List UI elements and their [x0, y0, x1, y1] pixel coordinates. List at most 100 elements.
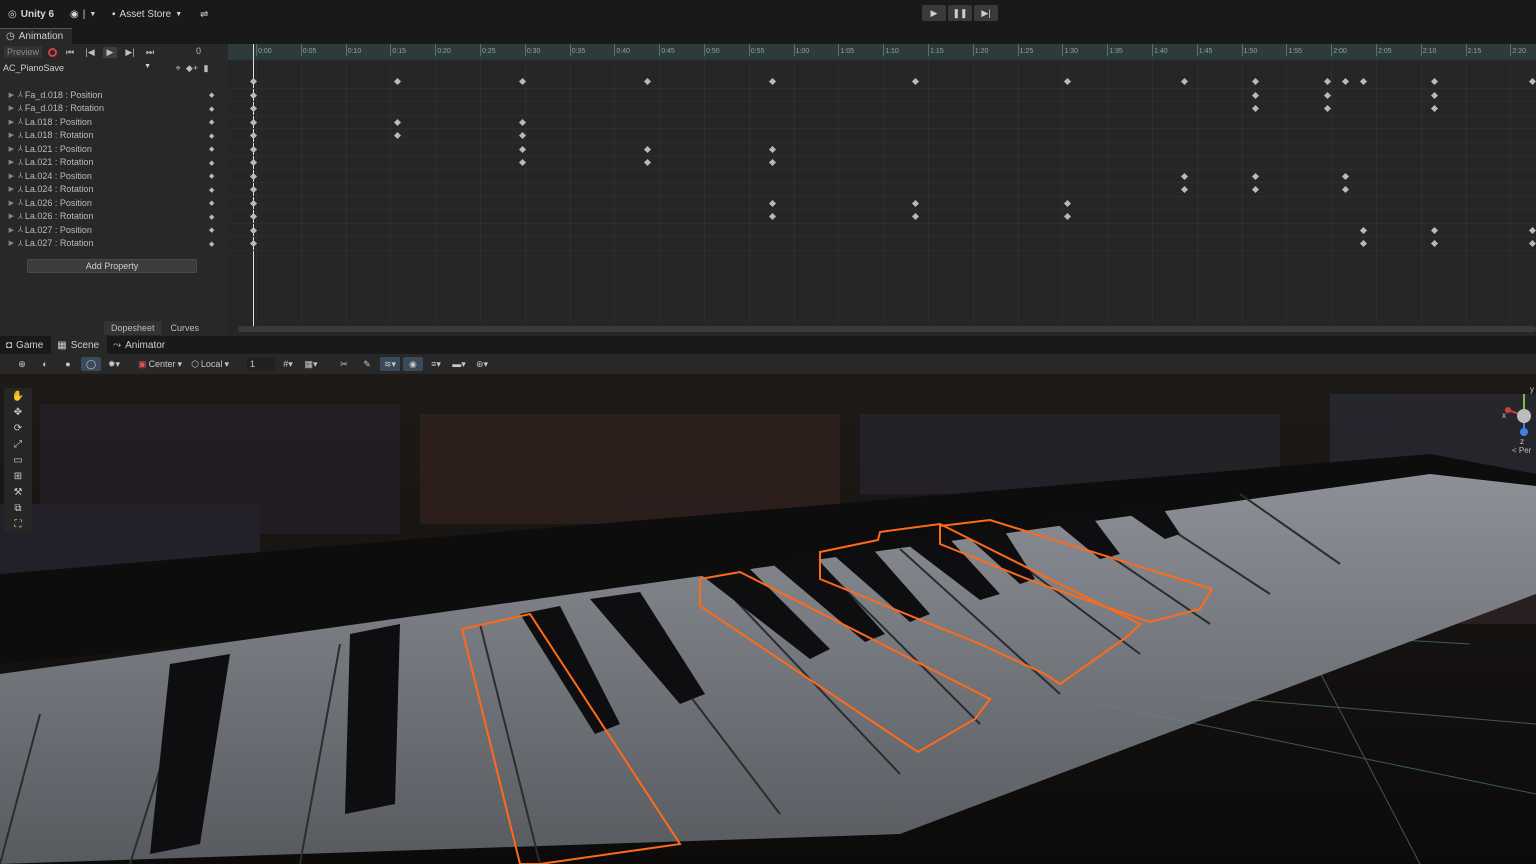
move-tool-icon[interactable]: ✥: [4, 404, 32, 420]
property-row[interactable]: ▶ ⅄ La.027 : Rotation ◆: [0, 237, 228, 251]
keyframe-diamond-icon[interactable]: ◆: [209, 91, 214, 99]
keyframe-diamond-icon[interactable]: ◆: [209, 240, 214, 248]
scene-viewport[interactable]: ✋ ✥ ⟳ ⤢ ▭ ⊞ ⚒ ⧉ ⛶ y x z < Per: [0, 374, 1536, 864]
keyframe-diamond-icon[interactable]: ◆: [209, 226, 214, 234]
grid-snap-field[interactable]: 1: [246, 357, 275, 371]
preview-button[interactable]: Preview: [4, 46, 43, 58]
tab-curves[interactable]: Curves: [164, 321, 207, 335]
layers-icon[interactable]: ≋▾: [379, 357, 400, 371]
shaded-icon[interactable]: ◐: [35, 357, 55, 371]
snap-tool-icon[interactable]: ⧉: [4, 500, 32, 516]
horizontal-scrollbar[interactable]: [238, 326, 1536, 332]
account-icon: ◉: [70, 8, 79, 20]
transform-tool-icon[interactable]: ⊞: [4, 468, 32, 484]
gizmo-pen-icon[interactable]: ✎: [357, 357, 377, 371]
property-row[interactable]: ▶ ⅄ La.018 : Rotation ◆: [0, 129, 228, 143]
keyframe-diamond-icon[interactable]: ◆: [209, 132, 214, 140]
visibility-icon[interactable]: ◉: [402, 357, 423, 371]
filter-icon[interactable]: ⌖: [171, 63, 185, 74]
property-row[interactable]: ▶ ⅄ La.026 : Rotation ◆: [0, 210, 228, 224]
tab-game[interactable]: ◘ Game: [0, 336, 51, 354]
expand-arrow-icon[interactable]: ▶: [0, 104, 14, 112]
tab-animator[interactable]: ⤳ Animator: [107, 336, 173, 354]
keyframe-diamond-icon[interactable]: ◆: [209, 105, 214, 113]
asset-store-button[interactable]: ▪ Asset Store ▼: [112, 7, 182, 21]
add-property-button[interactable]: Add Property: [27, 259, 197, 273]
keyframe-diamond-icon[interactable]: ◆: [209, 199, 214, 207]
ruler-tick-label: 0:20: [435, 44, 451, 56]
keyframe-diamond-icon[interactable]: ◆: [209, 159, 214, 167]
expand-arrow-icon[interactable]: ▶: [0, 226, 14, 234]
track-row: [228, 210, 1536, 224]
perspective-label[interactable]: < Per: [1512, 446, 1531, 455]
ruler-tick-label: 0:00: [256, 44, 272, 56]
keyframe-diamond-icon[interactable]: ◆: [209, 118, 214, 126]
expand-arrow-icon[interactable]: ▶: [0, 118, 14, 126]
time-ruler[interactable]: 0:00 0:05 0:10 0:15 0:20 0:25 0:30 0:35 0:40 0:45…: [228, 44, 1536, 60]
expand-arrow-icon[interactable]: ▶: [0, 158, 14, 166]
tab-scene[interactable]: ▦ Scene: [51, 336, 108, 354]
keyframe-diamond-icon[interactable]: ◆: [209, 172, 214, 180]
sphere-icon[interactable]: ●: [58, 357, 78, 371]
custom-tool-icon[interactable]: ⚒: [4, 484, 32, 500]
expand-arrow-icon[interactable]: ▶: [0, 212, 14, 220]
view-mode-tabs: Dopesheet Curves: [104, 321, 206, 335]
clip-dropdown[interactable]: AC_PianoSave ▼: [3, 63, 153, 73]
property-row[interactable]: ▶ ⅄ La.024 : Position ◆: [0, 169, 228, 183]
property-row[interactable]: ▶ ⅄ Fa_d.018 : Position ◆: [0, 88, 228, 102]
add-keyframe-icon[interactable]: ◆+: [185, 63, 199, 74]
tab-dopesheet[interactable]: Dopesheet: [104, 321, 162, 335]
rect-tool-icon[interactable]: ▭: [4, 452, 32, 468]
play-button[interactable]: ▶: [922, 5, 946, 21]
keyframe-diamond-icon[interactable]: ◆: [209, 213, 214, 221]
draw-mode-icon[interactable]: ≡▾: [426, 357, 446, 371]
scale-tool-icon[interactable]: ⤢: [4, 436, 32, 452]
version-control-icon[interactable]: ⇌: [200, 7, 208, 21]
next-key-icon[interactable]: ▶|: [123, 47, 137, 58]
property-row[interactable]: ▶ ⅄ La.021 : Position ◆: [0, 142, 228, 156]
keyframe-diamond-icon[interactable]: ◆: [209, 186, 214, 194]
grid-snap-icon[interactable]: #▾: [278, 357, 298, 371]
tab-animation[interactable]: ◷ Animation: [0, 28, 72, 44]
lighting-icon[interactable]: ✹▾: [104, 357, 124, 371]
rotate-tool-icon[interactable]: ⟳: [4, 420, 32, 436]
ruler-tick-label: 1:35: [1107, 44, 1123, 56]
play-anim-icon[interactable]: ▶: [103, 46, 118, 58]
wire-icon[interactable]: ◯: [81, 357, 101, 371]
camera-icon[interactable]: ▬▾: [449, 357, 469, 371]
keyframe-diamond-icon[interactable]: ◆: [209, 145, 214, 153]
account-menu[interactable]: ◉ | ▼: [70, 7, 96, 21]
ruler-tick-label: 1:15: [928, 44, 944, 56]
expand-arrow-icon[interactable]: ▶: [0, 199, 14, 207]
property-row[interactable]: ▶ ⅄ Fa_d.018 : Rotation ◆: [0, 102, 228, 116]
expand-arrow-icon[interactable]: ▶: [0, 145, 14, 153]
pivot-dropdown[interactable]: ▣ Center ▾: [135, 357, 185, 371]
gizmos-icon[interactable]: ⊛▾: [472, 357, 492, 371]
prev-key-icon[interactable]: |◀: [83, 47, 97, 58]
frame-field[interactable]: 0: [196, 46, 201, 56]
bone-tool-icon[interactable]: ⛶: [4, 516, 32, 532]
expand-arrow-icon[interactable]: ▶: [0, 91, 14, 99]
expand-arrow-icon[interactable]: ▶: [0, 131, 14, 139]
last-key-icon[interactable]: ⏭: [143, 47, 157, 58]
record-button[interactable]: [48, 47, 58, 57]
grid-toggle-icon[interactable]: ▦▾: [301, 357, 321, 371]
property-row[interactable]: ▶ ⅄ La.024 : Rotation ◆: [0, 183, 228, 197]
first-key-icon[interactable]: ⏮: [63, 47, 77, 58]
property-row[interactable]: ▶ ⅄ La.021 : Rotation ◆: [0, 156, 228, 170]
pause-button[interactable]: ❚❚: [948, 5, 972, 21]
property-row[interactable]: ▶ ⅄ La.026 : Position ◆: [0, 196, 228, 210]
unity-menu[interactable]: ◎ Unity 6: [8, 7, 54, 21]
step-button[interactable]: ▶|: [974, 5, 998, 21]
dopesheet-timeline[interactable]: 0:00 0:05 0:10 0:15 0:20 0:25 0:30 0:35 0:40 0:45…: [228, 44, 1536, 336]
expand-arrow-icon[interactable]: ▶: [0, 239, 14, 247]
property-row[interactable]: ▶ ⅄ La.018 : Position ◆: [0, 115, 228, 129]
fx-icon[interactable]: ✂: [334, 357, 354, 371]
global-view-icon[interactable]: ⊕: [12, 357, 32, 371]
view-tool-icon[interactable]: ✋: [4, 388, 32, 404]
add-event-icon[interactable]: ▮: [199, 63, 213, 74]
property-row[interactable]: ▶ ⅄ La.027 : Position ◆: [0, 223, 228, 237]
expand-arrow-icon[interactable]: ▶: [0, 172, 14, 180]
space-dropdown[interactable]: ⬡ Local ▾: [188, 357, 232, 371]
expand-arrow-icon[interactable]: ▶: [0, 185, 14, 193]
